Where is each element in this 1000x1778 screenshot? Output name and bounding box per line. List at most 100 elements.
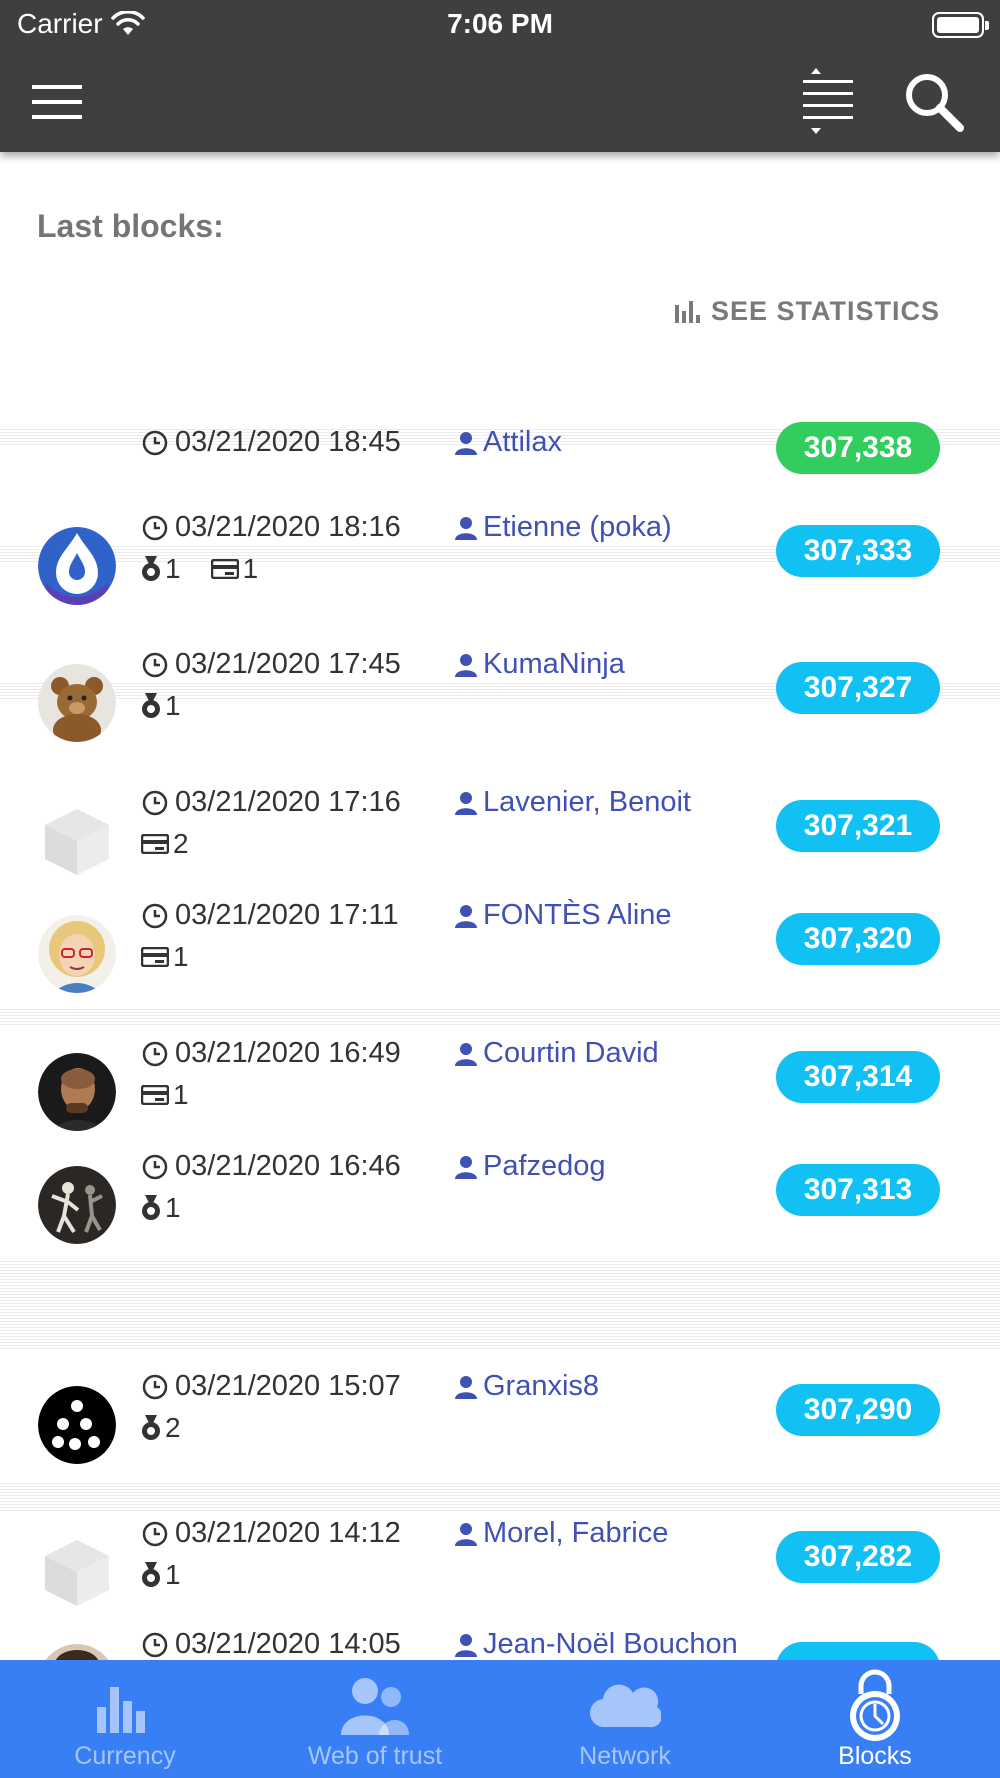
search-button[interactable] (898, 66, 970, 138)
block-issuer[interactable]: KumaNinja (455, 648, 625, 681)
clock-icon (142, 1041, 168, 1066)
tab-bar: Currency Web of trust Network Blocks (0, 1660, 1000, 1778)
certifications-count: 1 (141, 690, 181, 722)
card-icon (141, 947, 169, 967)
block-row[interactable]: 03/21/2020 14:05 Jean-Noël Bouchon (0, 1628, 1000, 1660)
transactions-count: 2 (141, 828, 189, 860)
clock-icon (142, 652, 168, 677)
photo-man-icon (38, 1053, 116, 1131)
card-icon (141, 834, 169, 854)
certifications-value: 1 (165, 553, 181, 584)
block-details: 2 (141, 1412, 203, 1444)
tab-web-of-trust[interactable]: Web of trust (250, 1660, 500, 1778)
avatar (38, 1644, 116, 1660)
block-issuer[interactable]: Courtin David (455, 1037, 659, 1070)
medal-icon (142, 693, 160, 718)
person-icon (455, 1042, 477, 1066)
block-date: 03/21/2020 16:49 (175, 1037, 401, 1069)
see-statistics-button[interactable]: SEE STATISTICS (674, 296, 940, 327)
tab-currency-label: Currency (74, 1742, 176, 1770)
block-row[interactable]: 03/21/2020 17:16 Lavenier, Benoit 2 307,… (0, 786, 1000, 896)
block-date: 03/21/2020 14:12 (175, 1517, 401, 1549)
block-issuer[interactable]: Etienne (poka) (455, 511, 672, 544)
block-number-badge: 307,282 (776, 1531, 940, 1583)
issuer-name: Lavenier, Benoit (483, 786, 691, 818)
block-issuer[interactable]: FONTÈS Aline (455, 899, 672, 932)
block-issuer[interactable]: Morel, Fabrice (455, 1517, 668, 1550)
battery-icon (932, 12, 989, 38)
block-date: 03/21/2020 17:45 (175, 648, 401, 680)
block-number-badge: 307,327 (776, 662, 940, 714)
block-time: 03/21/2020 15:07 (141, 1370, 401, 1403)
cartoon-face-icon (38, 915, 116, 993)
block-details: 2 (141, 828, 211, 860)
block-row[interactable]: 03/21/2020 18:16 Etienne (poka) 1 1 307,… (0, 511, 1000, 621)
avatar (38, 664, 116, 742)
transactions-value: 2 (173, 828, 189, 859)
block-details: 1 1 (141, 553, 280, 585)
avatar (38, 1166, 116, 1244)
block-issuer[interactable]: Jean-Noël Bouchon (455, 1628, 738, 1660)
block-issuer[interactable]: Lavenier, Benoit (455, 786, 691, 819)
block-date: 03/21/2020 17:11 (175, 899, 399, 931)
block-time: 03/21/2020 14:12 (141, 1517, 401, 1550)
block-issuer[interactable]: Pafzedog (455, 1150, 606, 1183)
tab-network[interactable]: Network (500, 1660, 750, 1778)
person-icon (455, 653, 477, 677)
certifications-value: 1 (165, 690, 181, 721)
dots-logo-icon (38, 1386, 116, 1464)
block-date: 03/21/2020 15:07 (175, 1370, 401, 1402)
person-icon (455, 904, 477, 928)
tab-blocks[interactable]: Blocks (750, 1660, 1000, 1778)
menu-button[interactable] (22, 66, 94, 138)
person-icon (455, 1155, 477, 1179)
lock-icon (850, 1669, 900, 1741)
block-time: 03/21/2020 16:46 (141, 1150, 401, 1183)
issuer-name: KumaNinja (483, 648, 625, 680)
block-number-badge: 307,321 (776, 800, 940, 852)
certifications-value: 2 (165, 1412, 181, 1443)
block-issuer[interactable]: Attilax (455, 426, 562, 459)
nav-bar (0, 52, 1000, 152)
tab-currency[interactable]: Currency (0, 1660, 250, 1778)
people-icon (341, 1678, 409, 1735)
block-number-badge: 307,333 (776, 525, 940, 577)
block-time: 03/21/2020 16:49 (141, 1037, 401, 1070)
block-row[interactable]: 03/21/2020 17:11 FONTÈS Aline 1 307,320 (0, 899, 1000, 1009)
clock-icon (142, 515, 168, 540)
tab-blocks-label: Blocks (838, 1742, 912, 1770)
medal-icon (142, 1562, 160, 1587)
transactions-value: 1 (173, 1079, 189, 1110)
block-time: 03/21/2020 17:11 (141, 899, 399, 932)
clock-icon (142, 1374, 168, 1399)
block-issuer[interactable]: Granxis8 (455, 1370, 599, 1403)
section-title: Last blocks: (37, 208, 224, 244)
see-statistics-label: SEE STATISTICS (710, 296, 940, 326)
certifications-count: 1 (141, 1559, 181, 1591)
clock-icon (142, 790, 168, 815)
block-date: 03/21/2020 16:46 (175, 1150, 401, 1182)
avatar (38, 1386, 116, 1464)
block-row[interactable]: 03/21/2020 16:49 Courtin David 1 307,314 (0, 1037, 1000, 1147)
sort-button[interactable] (792, 66, 864, 138)
clock-icon (142, 1154, 168, 1179)
bar-chart-icon (97, 1687, 145, 1733)
certifications-count: 1 (141, 553, 181, 585)
block-row[interactable]: 03/21/2020 14:12 Morel, Fabrice 1 307,28… (0, 1517, 1000, 1627)
search-icon (906, 74, 964, 132)
avatar (38, 1533, 116, 1611)
transactions-count: 1 (210, 553, 259, 585)
block-number-badge (776, 1642, 940, 1660)
issuer-name: Courtin David (483, 1037, 659, 1069)
medal-icon (142, 1195, 160, 1220)
block-row[interactable]: 03/21/2020 17:45 KumaNinja 1 307,327 (0, 648, 1000, 758)
block-date: 03/21/2020 17:16 (175, 786, 401, 818)
screen: Carrier 7:06 PM Last blocks: SEE STATIST… (0, 0, 1000, 1778)
block-row[interactable]: 03/21/2020 15:07 Granxis8 2 307,290 (0, 1370, 1000, 1480)
status-bar: Carrier 7:06 PM (0, 0, 1000, 52)
block-number-badge: 307,290 (776, 1384, 940, 1436)
block-row[interactable]: 03/21/2020 16:46 Pafzedog 1 307,313 (0, 1150, 1000, 1260)
transactions-value: 1 (242, 553, 259, 584)
cube-icon (45, 809, 109, 875)
card-icon (141, 1085, 169, 1105)
